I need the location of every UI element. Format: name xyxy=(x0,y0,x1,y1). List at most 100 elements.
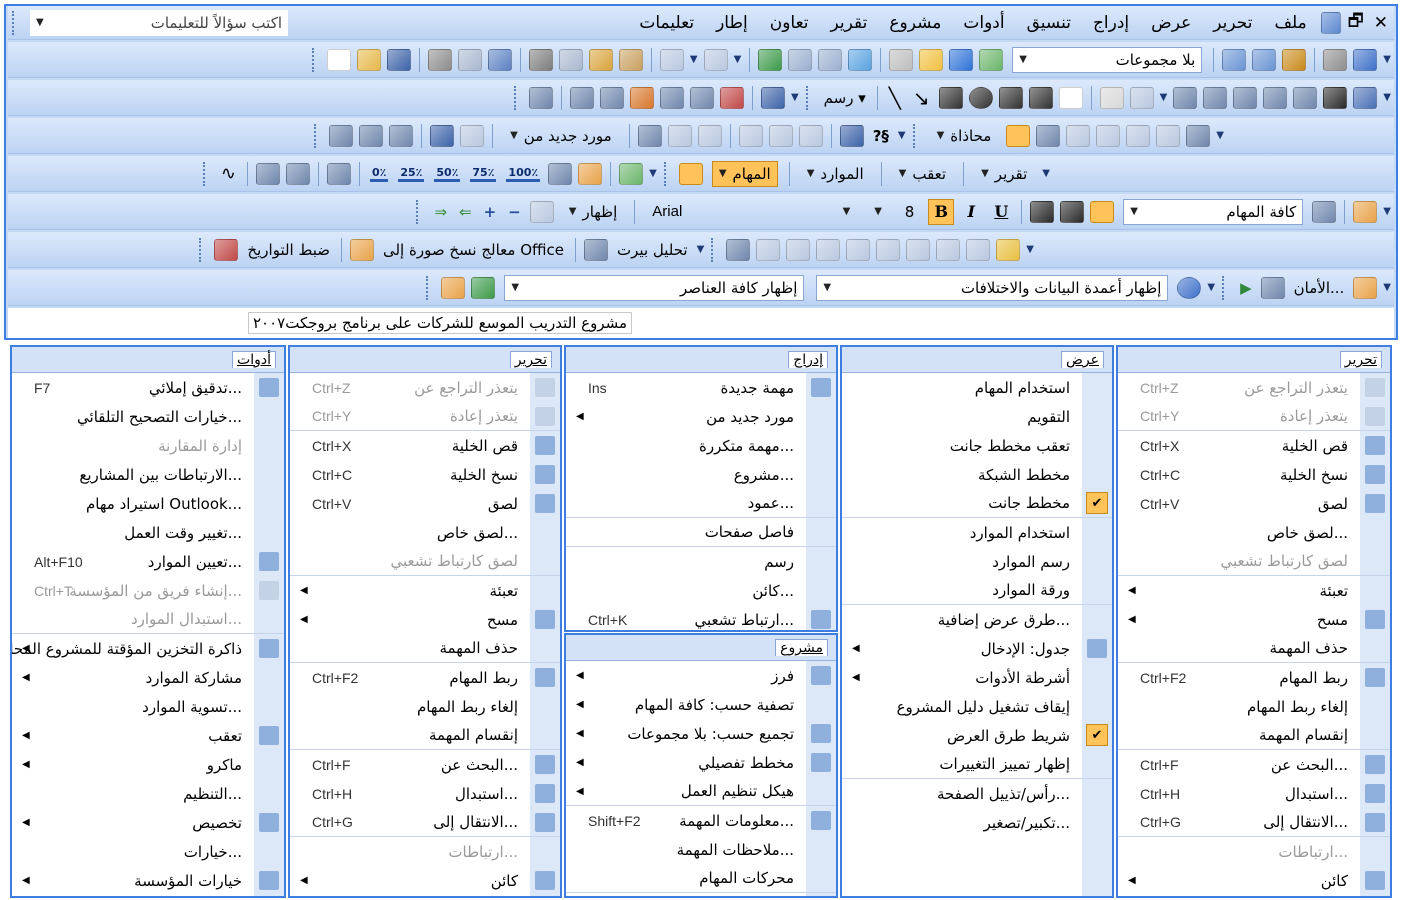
menu-item[interactable]: تصفية حسب: كافة المهام ◀ xyxy=(566,690,836,719)
filter-select[interactable]: كافة المهام ▼ xyxy=(1123,198,1304,225)
usage-icon[interactable] xyxy=(389,124,414,147)
layout-now-icon[interactable] xyxy=(1186,124,1211,147)
percent-75-button[interactable]: 75٪ xyxy=(470,166,497,182)
menu-item[interactable]: خيارات... xyxy=(12,837,284,866)
pert-analysis-icon[interactable] xyxy=(726,238,751,261)
close-icon[interactable]: ✕ xyxy=(1368,13,1394,33)
network-view-icon[interactable] xyxy=(569,86,594,109)
show-columns-select[interactable]: إظهار أعمدة البيانات والاختلافات ▼ xyxy=(816,274,1169,301)
menu-item[interactable]: ماكرو ◀ xyxy=(12,750,284,779)
restore-icon[interactable]: 🗗 xyxy=(1344,8,1368,37)
warning-icon[interactable] xyxy=(996,238,1021,261)
percent-0-button[interactable]: 0٪ xyxy=(369,166,389,182)
resources-pane-icon[interactable] xyxy=(689,86,714,109)
expected-gantt-icon[interactable] xyxy=(846,238,871,261)
help-search-box[interactable]: اكتب سؤالاً للتعليمات ▼ xyxy=(30,9,288,36)
filter-icon[interactable] xyxy=(839,124,864,147)
menu-item[interactable]: كائن... xyxy=(566,576,836,605)
track-pane-icon[interactable] xyxy=(659,86,684,109)
menu-item[interactable]: هيكل تنظيم العمل ◀ xyxy=(566,777,836,806)
menu-item[interactable]: إلغاء ربط المهام xyxy=(1118,692,1390,721)
group-icon[interactable] xyxy=(1129,86,1154,109)
menu-item[interactable]: عمود... xyxy=(566,489,836,518)
menu-format[interactable]: تنسيق xyxy=(1016,13,1082,33)
chevron-down-icon[interactable]: ▼ xyxy=(874,206,882,217)
show-select[interactable]: إظهار ▼ xyxy=(563,199,624,225)
menu-item[interactable]: قص الخلية Ctrl+X xyxy=(290,431,560,460)
chevron-down-icon[interactable]: ▼ xyxy=(690,54,698,65)
menu-item[interactable]: تعيين الموارد... Alt+F10 xyxy=(12,547,284,576)
link-icon[interactable] xyxy=(788,48,813,71)
menu-item[interactable]: فاصل صفحات xyxy=(566,518,836,547)
show-subtasks-icon[interactable] xyxy=(529,200,554,223)
workgroup-icon[interactable] xyxy=(738,124,763,147)
toolbar-grip[interactable] xyxy=(912,123,921,148)
chevron-down-icon[interactable]: ▼ xyxy=(1130,206,1138,217)
menu-tools[interactable]: أدوات xyxy=(952,13,1015,33)
set-weights-icon[interactable] xyxy=(756,238,781,261)
toolbar-options-icon[interactable]: ▼ xyxy=(697,244,705,255)
hide-subtasks-icon[interactable]: − xyxy=(502,203,527,221)
menu-item[interactable]: ارتباط تشعبي... Ctrl+K xyxy=(566,605,836,630)
paste-icon[interactable] xyxy=(588,48,613,71)
toolbar-grip[interactable] xyxy=(416,199,424,224)
optimistic-gantt-icon[interactable] xyxy=(876,238,901,261)
menu-item[interactable]: حذف المهمة xyxy=(1118,634,1390,663)
publish-assignments-icon[interactable] xyxy=(768,124,793,147)
menu-item[interactable]: تعقب ◀ xyxy=(12,721,284,750)
menu-item[interactable]: كائن ◀ xyxy=(1118,866,1390,895)
menu-item[interactable]: التقويم xyxy=(842,402,1112,431)
toolbar-options-icon[interactable]: ▼ xyxy=(1026,244,1034,255)
menu-item[interactable]: تكبير/تصغير... xyxy=(842,808,1112,837)
toolbar-options-icon[interactable]: ▼ xyxy=(1042,168,1050,179)
menu-item[interactable]: الانتقال إلى... Ctrl+G xyxy=(290,808,560,837)
chevron-down-icon[interactable]: ▼ xyxy=(899,168,907,179)
copy-icon[interactable] xyxy=(558,48,583,71)
menu-item[interactable]: تخصيص ◀ xyxy=(12,808,284,837)
menu-item[interactable]: مشروع... xyxy=(566,460,836,489)
compare-versions-icon[interactable] xyxy=(471,276,496,299)
new-resource-select[interactable]: مورد جديد من ▼ xyxy=(504,123,618,149)
update-project-icon[interactable] xyxy=(548,162,573,185)
calendar-view-icon[interactable] xyxy=(599,86,624,109)
menu-item[interactable]: مهمة متكررة... xyxy=(566,431,836,460)
indent-icon[interactable]: ⇐ xyxy=(453,203,478,221)
adjust-dates-button[interactable]: ضبط التواريخ xyxy=(241,241,336,259)
hide-fields-icon[interactable] xyxy=(1156,124,1181,147)
update-as-scheduled-icon[interactable] xyxy=(285,162,310,185)
menu-window[interactable]: إطار xyxy=(705,13,759,33)
pert-entry-icon[interactable] xyxy=(906,238,931,261)
report-select[interactable]: تقرير ▼ xyxy=(975,161,1033,187)
pert-analysis-button[interactable]: تحليل بيرت xyxy=(611,241,694,259)
digital-signature-icon[interactable] xyxy=(1260,276,1285,299)
redo-icon[interactable] xyxy=(703,48,728,71)
align-select[interactable]: محاذاة ▼ xyxy=(931,123,998,149)
chevron-down-icon[interactable]: ▼ xyxy=(823,282,831,293)
menu-item[interactable]: قص الخلية Ctrl+X xyxy=(1118,431,1390,460)
arrow-icon[interactable]: ↘ xyxy=(907,86,936,110)
font-size-select[interactable]: 8 ▼ xyxy=(868,199,920,225)
menu-item[interactable]: جدول: الإدخال ◀ xyxy=(842,634,1112,663)
toolbar-options-icon[interactable]: ▼ xyxy=(1383,282,1391,293)
notes-icon[interactable] xyxy=(919,48,944,71)
adjust-dates-icon[interactable] xyxy=(214,238,239,261)
toolbar-options-icon[interactable]: ▼ xyxy=(791,92,799,103)
percent-100-button[interactable]: 100٪ xyxy=(506,166,541,182)
menu-item[interactable]: لصق خاص... xyxy=(1118,518,1390,547)
security-icon[interactable] xyxy=(1353,276,1378,299)
menu-item[interactable]: الانتقال إلى... Ctrl+G xyxy=(1118,808,1390,837)
network-view-icon[interactable] xyxy=(1006,124,1031,147)
hierarchy-icon[interactable] xyxy=(1323,86,1348,109)
progress-line-icon[interactable]: ∿ xyxy=(215,163,242,184)
menu-help[interactable]: تعليمات xyxy=(628,13,705,33)
menu-item[interactable]: استبدال... Ctrl+H xyxy=(290,779,560,808)
menu-item[interactable]: استخدام الموارد xyxy=(842,518,1112,547)
group-by-select[interactable]: بلا مجموعات ▼ xyxy=(1012,46,1203,73)
chevron-down-icon[interactable]: ▼ xyxy=(937,130,945,141)
menu-item[interactable]: خيارات المؤسسة ◀ xyxy=(12,866,284,895)
new-icon[interactable] xyxy=(326,48,351,71)
what-if-icon[interactable]: ?§ xyxy=(867,127,895,145)
toolbar-grip[interactable] xyxy=(12,10,20,35)
menu-item[interactable]: إظهار تمييز التغييرات xyxy=(842,750,1112,779)
menu-item[interactable]: معلومات المشروع... xyxy=(566,893,836,896)
